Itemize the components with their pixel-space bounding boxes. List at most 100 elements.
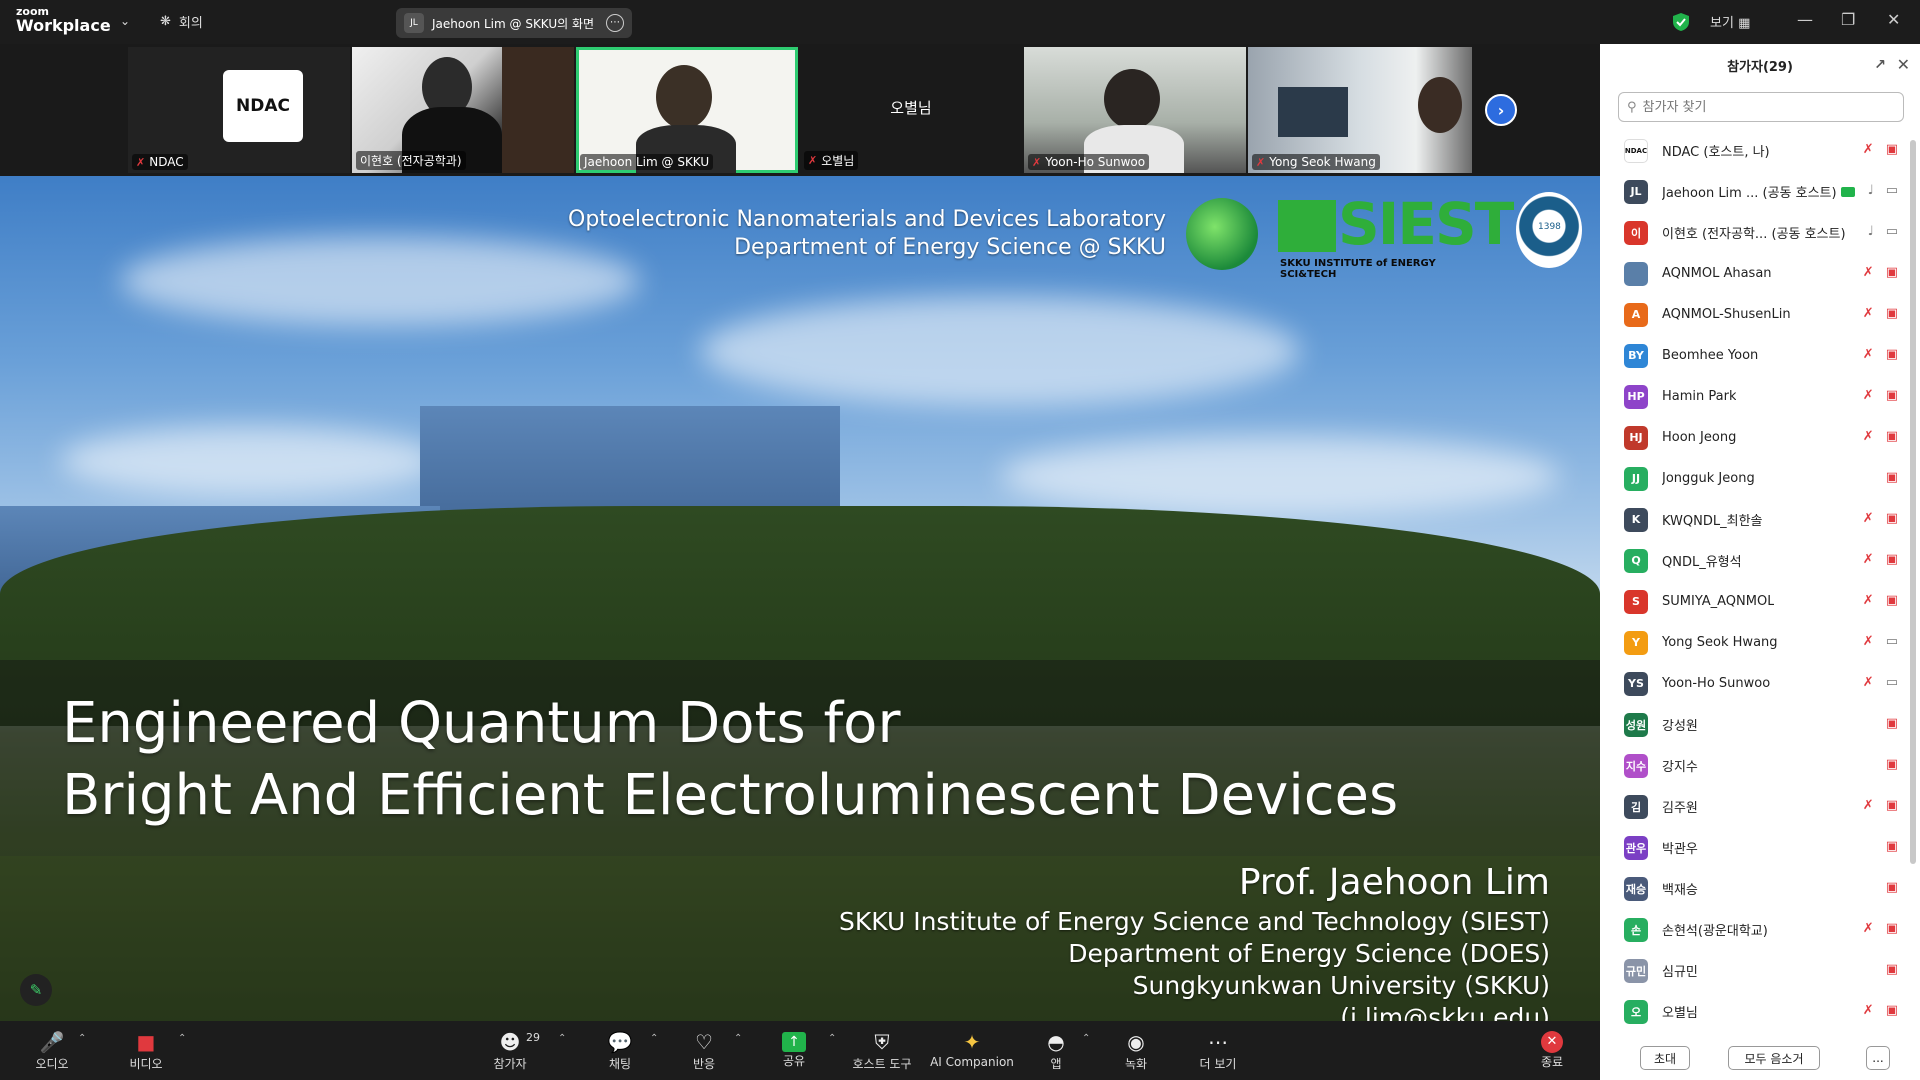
- video-icon[interactable]: ▭: [1886, 224, 1898, 239]
- meeting-button[interactable]: ❋ 회의: [160, 12, 203, 31]
- chat-caret-icon[interactable]: ⌃: [650, 1033, 658, 1044]
- video-off-icon[interactable]: ▣: [1886, 265, 1898, 280]
- participant-row[interactable]: 재승 백재승 ▣: [1600, 868, 1906, 909]
- thumbnail-video[interactable]: ✗ Yong Seok Hwang: [1248, 47, 1472, 173]
- video-off-icon[interactable]: ▣: [1886, 388, 1898, 403]
- participant-row[interactable]: 오 오별님 ✗ ▣: [1600, 991, 1906, 1032]
- video-icon[interactable]: ▭: [1886, 634, 1898, 649]
- participants-button[interactable]: ☻ 참가자 29 ⌃: [470, 1029, 566, 1072]
- video-off-icon[interactable]: ▣: [1886, 593, 1898, 608]
- video-off-icon[interactable]: ▣: [1886, 347, 1898, 362]
- video-caret-icon[interactable]: ⌃: [178, 1033, 186, 1044]
- mic-off-icon[interactable]: ✗: [1863, 429, 1874, 444]
- participant-row[interactable]: 성원 강성원 ▣: [1600, 704, 1906, 745]
- participant-row[interactable]: NDAC NDAC (호스트, 나) ✗ ▣: [1600, 130, 1906, 171]
- mic-off-icon[interactable]: ✗: [1863, 265, 1874, 280]
- apps-button[interactable]: ◓ 앱 ⌃: [1016, 1029, 1096, 1072]
- participant-row[interactable]: Y Yong Seok Hwang ✗ ▭: [1600, 622, 1906, 663]
- participant-search[interactable]: ⚲: [1618, 92, 1904, 122]
- video-off-icon[interactable]: ▣: [1886, 921, 1898, 936]
- video-off-icon[interactable]: ▣: [1886, 142, 1898, 157]
- participant-row[interactable]: 손 손현석(광운대학교) ✗ ▣: [1600, 909, 1906, 950]
- participant-row[interactable]: 김 김주원 ✗ ▣: [1600, 786, 1906, 827]
- audio-button[interactable]: 🎤 오디오 ⌃: [12, 1029, 92, 1072]
- share-caret-icon[interactable]: ⌃: [828, 1033, 836, 1044]
- annotate-pen-icon[interactable]: ✎: [20, 974, 52, 1006]
- apps-caret-icon[interactable]: ⌃: [1082, 1033, 1090, 1044]
- mic-off-icon[interactable]: ✗: [1863, 634, 1874, 649]
- participant-row[interactable]: YS Yoon-Ho Sunwoo ✗ ▭: [1600, 663, 1906, 704]
- participant-row[interactable]: Q QNDL_유형석 ✗ ▣: [1600, 540, 1906, 581]
- participant-row[interactable]: A AQNMOL-ShusenLin ✗ ▣: [1600, 294, 1906, 335]
- mic-off-icon[interactable]: ✗: [1863, 552, 1874, 567]
- end-meeting-button[interactable]: ✕ 종료: [1512, 1029, 1592, 1070]
- mic-icon[interactable]: ♩: [1868, 183, 1874, 198]
- mic-icon[interactable]: ♩: [1868, 224, 1874, 239]
- mic-off-icon[interactable]: ✗: [1863, 593, 1874, 608]
- pop-out-icon[interactable]: ↗: [1874, 57, 1886, 73]
- participant-row[interactable]: HJ Hoon Jeong ✗ ▣: [1600, 417, 1906, 458]
- video-off-icon[interactable]: ▣: [1886, 1003, 1898, 1018]
- record-button[interactable]: ◉ 녹화: [1096, 1029, 1176, 1072]
- screen-share-indicator[interactable]: JL Jaehoon Lim @ SKKU의 화면 ⋯: [396, 8, 632, 38]
- video-off-icon[interactable]: ▣: [1886, 716, 1898, 731]
- thumbnail-video[interactable]: ✗ Yoon-Ho Sunwoo: [1024, 47, 1246, 173]
- invite-button[interactable]: 초대: [1640, 1046, 1690, 1070]
- video-icon[interactable]: ▭: [1886, 183, 1898, 198]
- host-tools-button[interactable]: ⛨ 호스트 도구: [842, 1029, 922, 1072]
- participant-row[interactable]: 관우 박관우 ▣: [1600, 827, 1906, 868]
- participant-row[interactable]: JJ Jongguk Jeong ▣: [1600, 458, 1906, 499]
- chat-button[interactable]: 💬 채팅 ⌃: [580, 1029, 660, 1072]
- panel-scrollbar[interactable]: [1910, 140, 1916, 864]
- video-button[interactable]: ■ 비디오 ⌃: [106, 1029, 186, 1072]
- video-off-icon[interactable]: ▣: [1886, 839, 1898, 854]
- mic-off-icon[interactable]: ✗: [1863, 388, 1874, 403]
- participant-row[interactable]: S SUMIYA_AQNMOL ✗ ▣: [1600, 581, 1906, 622]
- video-off-icon[interactable]: ▣: [1886, 962, 1898, 977]
- ai-companion-button[interactable]: ✦ AI Companion: [924, 1029, 1020, 1069]
- mute-all-button[interactable]: 모두 음소거: [1728, 1046, 1820, 1070]
- mic-off-icon[interactable]: ✗: [1863, 1003, 1874, 1018]
- search-input[interactable]: [1642, 99, 1883, 115]
- participant-row[interactable]: AQNMOL Ahasan ✗ ▣: [1600, 253, 1906, 294]
- video-off-icon[interactable]: ▣: [1886, 880, 1898, 895]
- minimize-icon[interactable]: —: [1797, 10, 1813, 29]
- video-icon[interactable]: ▭: [1886, 675, 1898, 690]
- participant-row[interactable]: JL Jaehoon Lim ... (공동 호스트) ♩ ▭: [1600, 171, 1906, 212]
- close-panel-icon[interactable]: ✕: [1897, 55, 1910, 74]
- mic-off-icon[interactable]: ✗: [1863, 142, 1874, 157]
- reactions-caret-icon[interactable]: ⌃: [734, 1033, 742, 1044]
- video-off-icon[interactable]: ▣: [1886, 470, 1898, 485]
- participant-row[interactable]: BY Beomhee Yoon ✗ ▣: [1600, 335, 1906, 376]
- thumbnail-active-speaker[interactable]: Jaehoon Lim @ SKKU: [576, 47, 798, 173]
- close-icon[interactable]: ✕: [1887, 10, 1900, 29]
- mic-off-icon[interactable]: ✗: [1863, 511, 1874, 526]
- next-page-arrow-icon[interactable]: ›: [1485, 94, 1517, 126]
- participant-row[interactable]: 지수 강지수 ▣: [1600, 745, 1906, 786]
- chevron-down-icon[interactable]: ⌄: [120, 14, 130, 28]
- participant-row[interactable]: 규민 심규민 ▣: [1600, 950, 1906, 991]
- view-button[interactable]: 보기 ▦: [1710, 12, 1750, 31]
- video-off-icon[interactable]: ▣: [1886, 306, 1898, 321]
- share-button[interactable]: ↑ 공유 ⌃: [754, 1029, 836, 1069]
- video-off-icon[interactable]: ▣: [1886, 552, 1898, 567]
- thumbnail-video[interactable]: 이현호 (전자공학과): [352, 47, 574, 173]
- video-off-icon[interactable]: ▣: [1886, 511, 1898, 526]
- mic-off-icon[interactable]: ✗: [1863, 306, 1874, 321]
- video-off-icon[interactable]: ▣: [1886, 757, 1898, 772]
- restore-icon[interactable]: ❐: [1841, 10, 1855, 29]
- more-button[interactable]: ⋯ 더 보기: [1178, 1029, 1258, 1072]
- participant-row[interactable]: 이 이현호 (전자공학... (공동 호스트) ♩ ▭: [1600, 212, 1906, 253]
- participant-row[interactable]: K KWQNDL_최한솔 ✗ ▣: [1600, 499, 1906, 540]
- reactions-button[interactable]: ♡ 반응 ⌃: [664, 1029, 744, 1072]
- mic-off-icon[interactable]: ✗: [1863, 347, 1874, 362]
- video-off-icon[interactable]: ▣: [1886, 798, 1898, 813]
- audio-caret-icon[interactable]: ⌃: [78, 1033, 86, 1044]
- thumbnail-ndac[interactable]: NDAC ✗ NDAC: [128, 47, 350, 173]
- panel-more-button[interactable]: ...: [1866, 1046, 1890, 1070]
- mic-off-icon[interactable]: ✗: [1863, 675, 1874, 690]
- participants-caret-icon[interactable]: ⌃: [558, 1033, 566, 1044]
- shield-icon[interactable]: [1672, 12, 1690, 32]
- more-options-icon[interactable]: ⋯: [606, 14, 624, 32]
- mic-off-icon[interactable]: ✗: [1863, 921, 1874, 936]
